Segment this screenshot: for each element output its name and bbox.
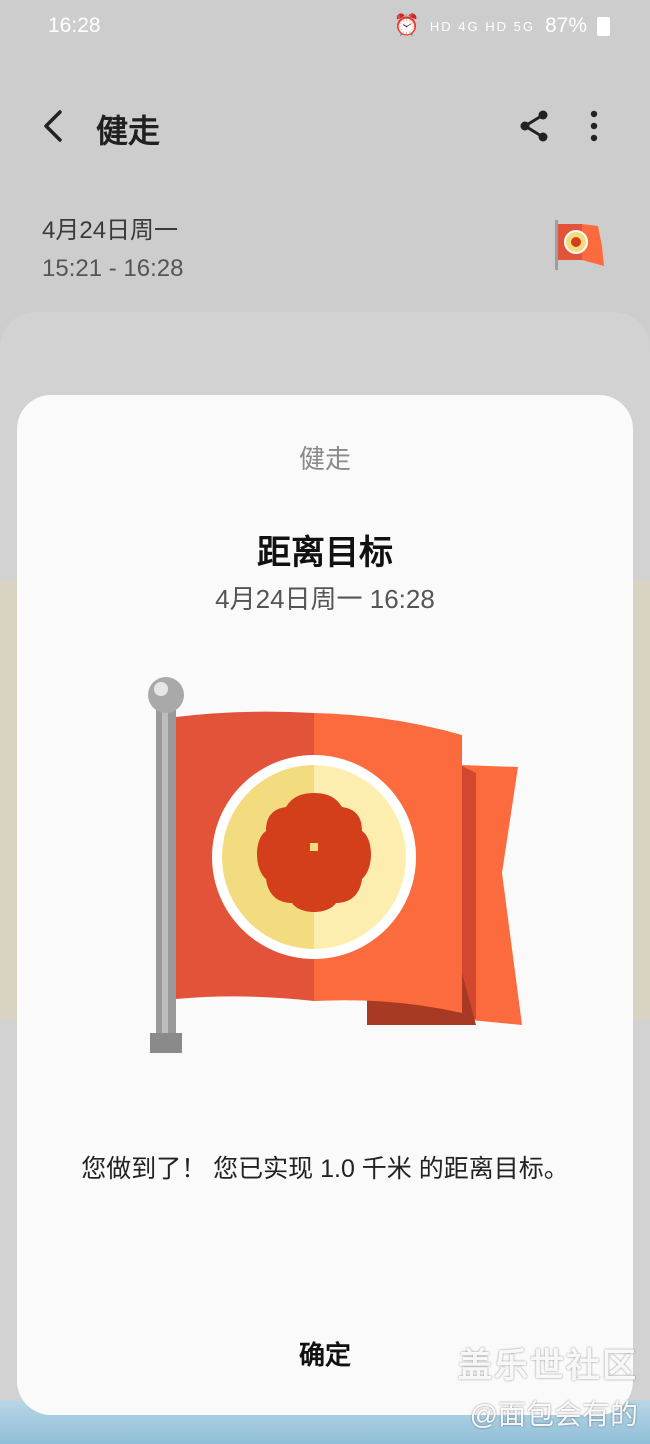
session-time-range: 15:21 - 16:28 [42, 255, 184, 282]
session-date: 4月24日周一 [42, 217, 179, 244]
watermark-author: @面包会有的 [469, 1399, 638, 1430]
goal-flag-illustration [148, 677, 522, 1053]
watermark-title: 盖乐世社区 [458, 1347, 638, 1385]
dialog-message: 您做到了！ 您已实现 1.0 千米 的距离目标。 [81, 1155, 569, 1183]
watermark: 盖乐世社区 @面包会有的 [458, 1338, 638, 1433]
chevron-left-icon[interactable] [36, 106, 72, 146]
goal-dialog: 健走 距离目标 4月24日周一 16:28 您做到了！ 您已实现 1.0 千米 … [17, 395, 633, 1415]
goal-flag-icon [555, 220, 604, 270]
dialog-datetime: 4月24日周一 16:28 [215, 584, 435, 614]
app-header: 健走 [0, 92, 650, 162]
status-time: 16:28 [48, 14, 101, 37]
dialog-title: 距离目标 [257, 534, 393, 572]
alarm-icon: ⏰ [393, 14, 420, 37]
confirm-button[interactable]: 确定 [225, 1325, 425, 1385]
status-bar: 16:28 ⏰ HD 4G HD 5G 87% [0, 0, 650, 54]
status-indicators: ⏰ HD 4G HD 5G 87% [394, 14, 610, 38]
battery-level: 87% [544, 14, 587, 37]
share-icon[interactable] [516, 108, 552, 144]
network-status: HD 4G HD 5G [429, 18, 535, 34]
session-info: 4月24日周一 15:21 - 16:28 [42, 210, 183, 283]
page-title: 健走 [96, 113, 161, 149]
battery-icon [597, 16, 610, 36]
dialog-category: 健走 [298, 444, 351, 474]
more-vertical-icon[interactable] [580, 108, 608, 144]
